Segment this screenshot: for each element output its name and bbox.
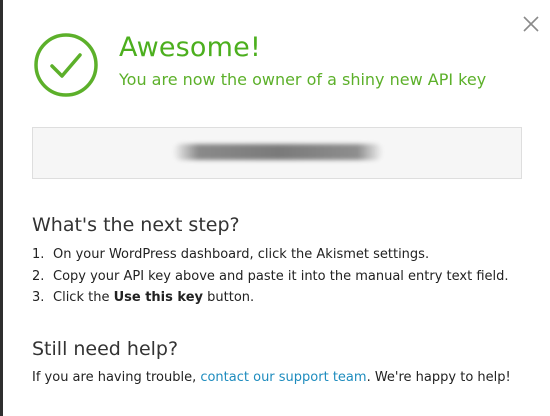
step-item: 2. Copy your API key above and paste it i… bbox=[32, 266, 509, 288]
api-key-field[interactable] bbox=[32, 127, 522, 179]
step-item: 3. Click the Use this key button. bbox=[32, 287, 509, 309]
success-subtitle: You are now the owner of a shiny new API… bbox=[119, 70, 487, 89]
step-text-bold: Use this key bbox=[113, 290, 203, 305]
help-text: If you are having trouble, contact our s… bbox=[32, 370, 511, 385]
step-text: Click the bbox=[53, 290, 114, 305]
step-item: 1. On your WordPress dashboard, click the… bbox=[32, 244, 509, 266]
close-button[interactable] bbox=[521, 14, 541, 34]
step-number: 2. bbox=[32, 268, 45, 284]
api-key-value-redacted bbox=[173, 144, 383, 160]
step-number: 3. bbox=[32, 290, 45, 305]
next-step-heading: What's the next step? bbox=[32, 214, 240, 236]
step-text: Copy your API key above and paste it int… bbox=[53, 268, 509, 284]
step-number: 1. bbox=[32, 247, 45, 262]
checkmark-circle-icon bbox=[34, 33, 98, 97]
close-icon bbox=[523, 16, 539, 32]
step-text: button. bbox=[203, 290, 255, 305]
help-heading: Still need help? bbox=[32, 338, 179, 360]
next-step-list: 1. On your WordPress dashboard, click the… bbox=[32, 244, 509, 309]
step-text: On your WordPress dashboard, click the A… bbox=[53, 247, 430, 262]
contact-support-link[interactable]: contact our support team bbox=[200, 370, 366, 385]
help-text-after: . We're happy to help! bbox=[366, 370, 511, 385]
api-key-modal: Awesome! You are now the owner of a shin… bbox=[3, 0, 550, 416]
success-title: Awesome! bbox=[119, 32, 261, 63]
help-text-before: If you are having trouble, bbox=[32, 370, 201, 385]
